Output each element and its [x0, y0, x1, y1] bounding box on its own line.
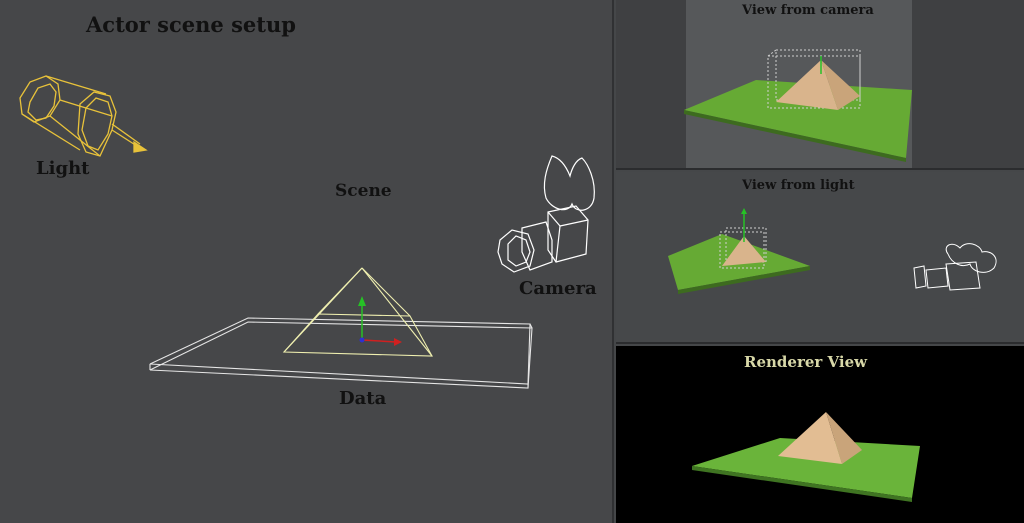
- renderer-view-panel: Renderer View: [616, 346, 1024, 523]
- pyramid-wireframe: [282, 267, 433, 357]
- view-from-camera-panel: View from camera: [616, 0, 1024, 170]
- scene-setup-drawing: [19, 75, 595, 389]
- scene-setup-panel: Actor scene setup Light Scene Camera Dat…: [0, 0, 614, 523]
- light-view-drawing: [668, 208, 997, 294]
- view-from-light-panel: View from light: [616, 172, 1024, 344]
- light-icon: [19, 75, 148, 157]
- camera-icon: [497, 155, 595, 273]
- camera-view-drawing: [684, 49, 912, 162]
- camera-icon: [913, 243, 997, 291]
- renderer-view-drawing: [692, 412, 920, 502]
- axis-y-arrow: [741, 208, 747, 214]
